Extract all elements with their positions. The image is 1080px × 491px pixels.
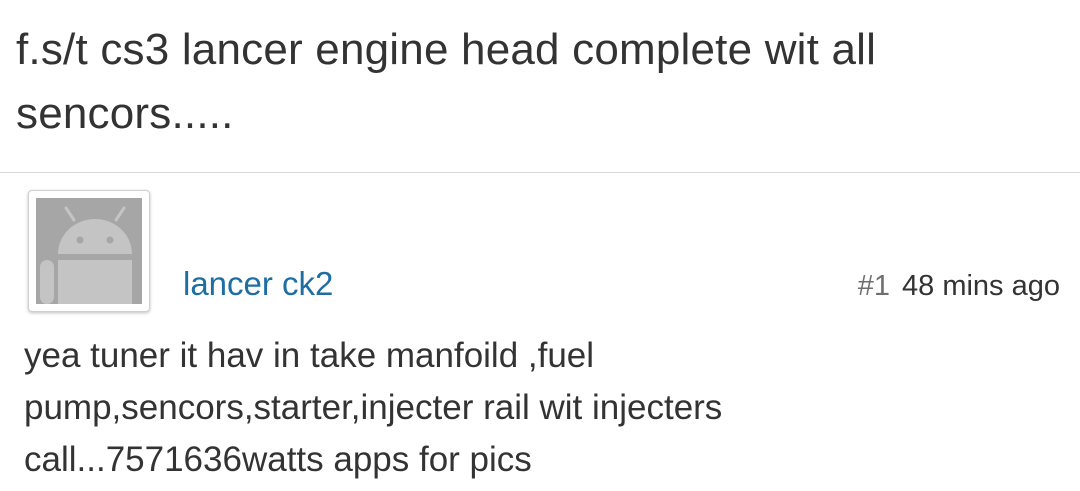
post-number-link[interactable]: #1 [858,270,890,302]
avatar[interactable] [28,190,150,312]
android-robot-icon [36,198,142,304]
post-meta: #1 48 mins ago [858,266,1060,306]
thread-title: f.s/t cs3 lancer engine head complete wi… [16,25,877,138]
post-author-link[interactable]: lancer ck2 [183,262,333,306]
post-timestamp: 48 mins ago [902,270,1060,302]
post-body: yea tuner it hav in take manfoild ,fuel … [24,330,1054,486]
post-body-line: call...7571636watts apps for pics [24,440,532,479]
title-divider [0,172,1080,173]
post-body-line: yea tuner it hav in take manfoild ,fuel [24,336,595,375]
post-body-line: pump,sencors,starter,injecter rail wit i… [24,388,723,427]
